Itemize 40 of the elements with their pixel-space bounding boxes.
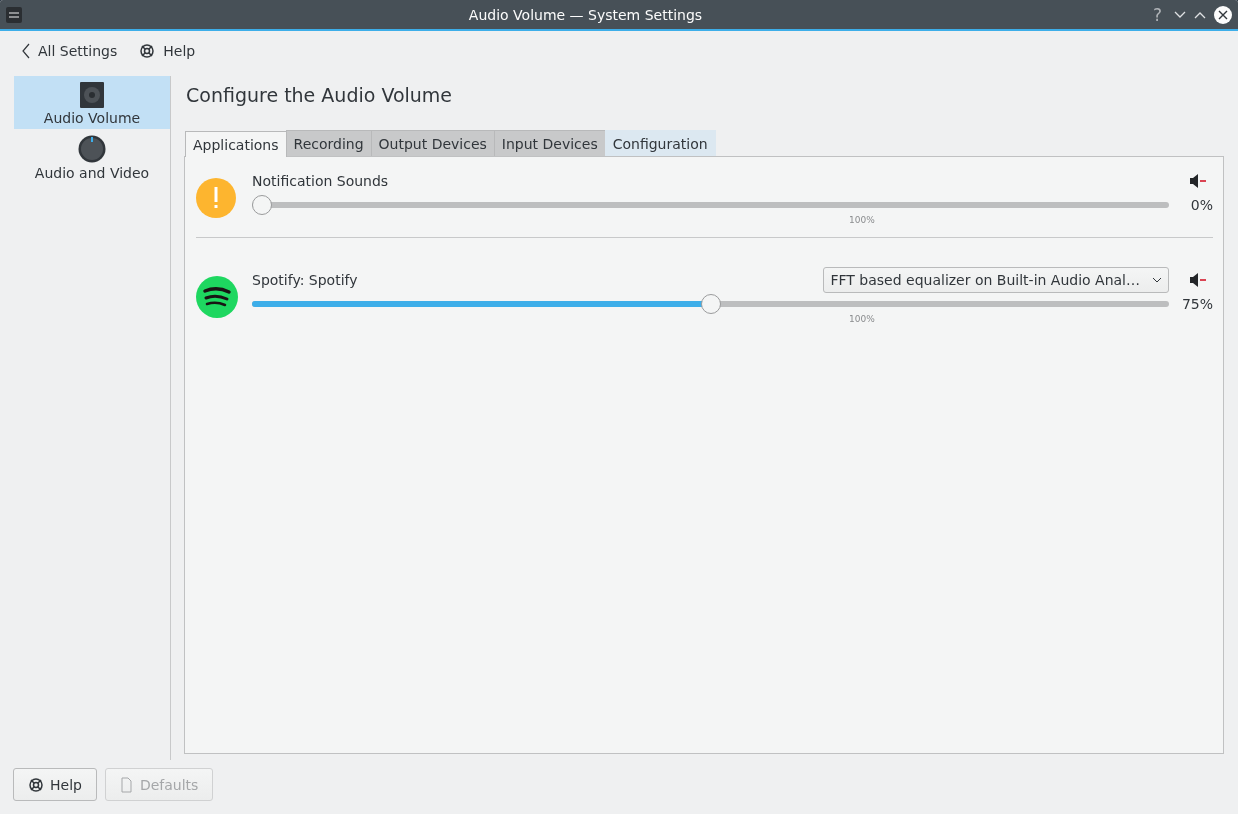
stream-name: Spotify: Spotify [251, 272, 358, 288]
volume-reading: 0% [1189, 197, 1213, 213]
device-dropdown[interactable]: FFT based equalizer on Built-in Audio Anal… [823, 267, 1169, 293]
slider-handle[interactable] [700, 294, 721, 314]
slider-handle[interactable] [252, 195, 272, 215]
maximize-icon[interactable] [1194, 10, 1206, 19]
warning-icon [196, 178, 236, 218]
knob-icon [78, 135, 106, 163]
sidebar-item[interactable]: Audio Volume [14, 76, 170, 129]
speaker-muted-icon[interactable] [1189, 173, 1207, 189]
volume-slider[interactable] [252, 294, 1169, 314]
tab[interactable]: Configuration [604, 130, 716, 156]
sidebar-item[interactable]: Audio and Video [14, 129, 170, 184]
tick-label: 100% [848, 314, 876, 326]
lifebuoy-icon [28, 776, 44, 793]
app-icon[interactable] [6, 6, 22, 23]
chevron-left-icon [22, 43, 30, 59]
spotify-icon [196, 276, 238, 318]
tab[interactable]: Recording [285, 130, 372, 156]
tick-label: 100% [848, 215, 876, 227]
help-button[interactable]: Help [13, 768, 97, 801]
volume-slider[interactable] [252, 195, 1169, 215]
window-title: Audio Volume — System Settings [467, 6, 704, 23]
volume-reading: 75% [1180, 296, 1213, 312]
tab[interactable]: Input Devices [493, 130, 606, 156]
lifebuoy-icon [139, 43, 156, 59]
close-button[interactable] [1214, 5, 1232, 24]
tab[interactable]: Applications [185, 131, 287, 157]
stream-name: Notification Sounds [251, 173, 389, 189]
close-icon [1218, 9, 1228, 20]
page-title: Configure the Audio Volume [186, 84, 454, 108]
document-icon [119, 776, 134, 793]
speaker-muted-icon[interactable] [1189, 272, 1207, 288]
help-button[interactable]: Help [139, 43, 196, 59]
back-button[interactable]: All Settings [22, 43, 118, 59]
help-button[interactable]: ? [1148, 4, 1166, 25]
speaker-icon [80, 82, 104, 108]
minimize-icon[interactable] [1174, 10, 1186, 19]
caret-icon [1152, 277, 1162, 283]
tab[interactable]: Output Devices [370, 130, 495, 156]
